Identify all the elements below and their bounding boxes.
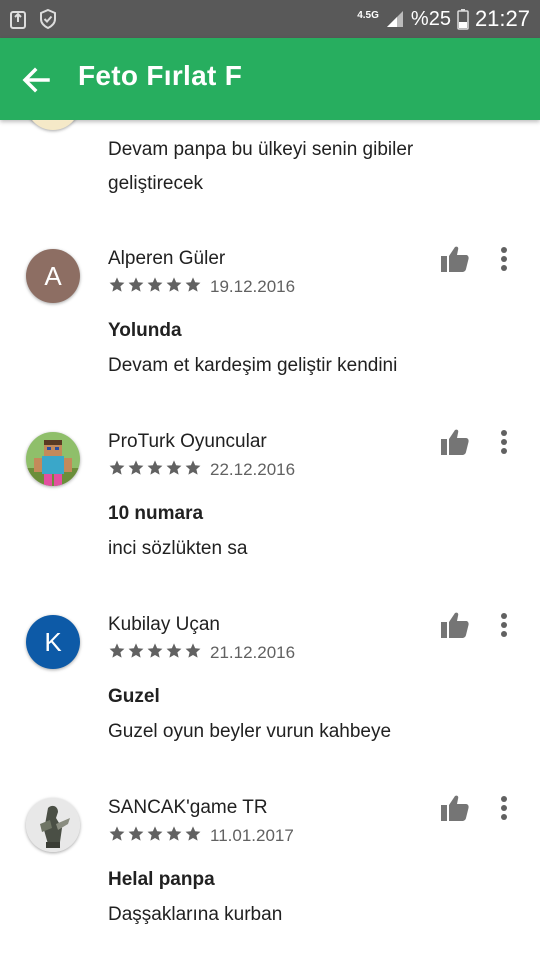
star-icon bbox=[185, 643, 201, 658]
review-item: ProTurk Oyuncular 22.12.2016 10 numara i… bbox=[0, 421, 540, 604]
shield-icon bbox=[38, 8, 58, 30]
review-date: 22.12.2016 bbox=[210, 460, 296, 479]
more-options-icon[interactable] bbox=[496, 429, 512, 455]
review-title: Helal panpa bbox=[108, 869, 215, 890]
star-icon bbox=[147, 643, 163, 658]
page-title: Feto Fırlat F bbox=[78, 60, 243, 91]
star-icon bbox=[185, 826, 201, 841]
review-title: Yolunda bbox=[108, 320, 182, 341]
avatar bbox=[26, 432, 80, 486]
battery-percent: %25 bbox=[410, 7, 451, 30]
star-icon bbox=[166, 643, 182, 658]
reviewer-name[interactable]: ProTurk Oyuncular bbox=[108, 431, 267, 453]
star-icon bbox=[109, 460, 125, 475]
star-rating bbox=[108, 276, 202, 293]
review-body: Guzel oyun beyler vurun kahbeye bbox=[108, 721, 392, 742]
review-date: 21.12.2016 bbox=[210, 643, 296, 662]
star-icon bbox=[185, 460, 201, 475]
reviewer-name[interactable]: Alperen Güler bbox=[108, 248, 225, 270]
more-options-icon[interactable] bbox=[496, 795, 512, 821]
star-icon bbox=[109, 643, 125, 658]
thumbs-up-icon[interactable] bbox=[440, 611, 470, 639]
thumbs-up-icon[interactable] bbox=[440, 794, 470, 822]
avatar bbox=[26, 798, 80, 852]
avatar: K bbox=[26, 615, 80, 669]
star-icon bbox=[185, 277, 201, 292]
star-rating bbox=[108, 459, 202, 476]
star-icon bbox=[128, 460, 144, 475]
star-icon bbox=[166, 460, 182, 475]
more-options-icon[interactable] bbox=[496, 612, 512, 638]
network-type: 4.5G bbox=[357, 9, 379, 21]
review-item: SANCAK'game TR 11.01.2017 Helal panpa Da… bbox=[0, 787, 540, 960]
reviewer-name[interactable]: Kubilay Uçan bbox=[108, 614, 220, 636]
minecraft-avatar-icon bbox=[26, 432, 80, 486]
recycle-icon bbox=[8, 8, 28, 30]
review-body: Daşşaklarına kurban bbox=[108, 904, 283, 925]
star-icon bbox=[128, 643, 144, 658]
star-icon bbox=[128, 277, 144, 292]
star-icon bbox=[109, 277, 125, 292]
avatar: A bbox=[26, 249, 80, 303]
star-rating bbox=[108, 642, 202, 659]
review-date: 11.01.2017 bbox=[210, 826, 294, 845]
review-body: inci sözlükten sa bbox=[108, 538, 248, 559]
review-title: Guzel bbox=[108, 686, 160, 707]
avatar-letter: A bbox=[44, 260, 62, 291]
back-arrow-icon[interactable] bbox=[20, 64, 52, 96]
review-title: 10 numara bbox=[108, 503, 204, 524]
signal-icon bbox=[385, 9, 405, 29]
review-date: 19.12.2016 bbox=[210, 277, 296, 296]
more-options-icon[interactable] bbox=[496, 246, 512, 272]
star-icon bbox=[166, 826, 182, 841]
thumbs-up-icon[interactable] bbox=[440, 245, 470, 273]
reviewer-name[interactable]: SANCAK'game TR bbox=[108, 797, 268, 819]
review-body: Devam et kardeşim geliştir kendini bbox=[108, 355, 398, 376]
star-icon bbox=[109, 826, 125, 841]
warrior-avatar-icon bbox=[26, 798, 80, 852]
star-icon bbox=[147, 277, 163, 292]
review-item-partial: Devam panpa bu ülkeyi senin gibiler geli… bbox=[0, 120, 540, 230]
review-body: Devam panpa bu ülkeyi senin gibiler geli… bbox=[108, 139, 414, 194]
star-icon bbox=[147, 460, 163, 475]
avatar bbox=[26, 120, 80, 130]
review-list[interactable]: Devam panpa bu ülkeyi senin gibiler geli… bbox=[0, 120, 540, 960]
clock: 21:27 bbox=[474, 6, 530, 31]
status-bar: 4.5G %25 21:27 bbox=[0, 0, 540, 38]
star-icon bbox=[128, 826, 144, 841]
star-rating bbox=[108, 825, 202, 842]
review-item: K Kubilay Uçan 21.12.2016 Guzel Guzel oy… bbox=[0, 604, 540, 787]
star-icon bbox=[147, 826, 163, 841]
star-icon bbox=[166, 277, 182, 292]
battery-icon bbox=[457, 8, 469, 30]
avatar-letter: K bbox=[44, 626, 62, 657]
review-item: A Alperen Güler 19.12.2016 Yolunda Devam… bbox=[0, 238, 540, 421]
thumbs-up-icon[interactable] bbox=[440, 428, 470, 456]
app-bar: Feto Fırlat F bbox=[0, 38, 540, 120]
